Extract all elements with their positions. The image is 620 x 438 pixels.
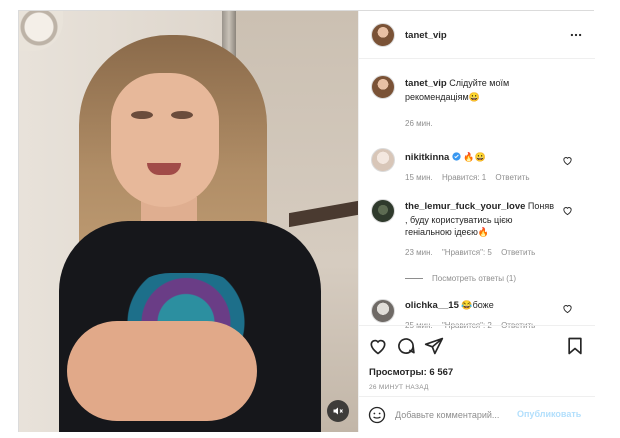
post-actions: Просмотры: 6 567 26 минут назад [359,325,595,396]
post-side-panel: tanet_vip tanet_vip Слідуйте моїм рекоме… [358,11,595,432]
like-comment-heart-icon[interactable] [562,155,573,166]
comment-2-likes[interactable]: "Нравится": 5 [442,248,492,257]
post-header: tanet_vip [359,11,595,59]
save-bookmark-icon[interactable] [565,336,585,356]
person-face [111,73,219,207]
post-time[interactable]: 26 минут назад [369,384,429,391]
instagram-post: tanet_vip tanet_vip Слідуйте моїм рекоме… [18,10,595,432]
comment-avatar[interactable] [371,148,395,172]
caption-avatar[interactable] [371,75,395,99]
video-player[interactable] [19,11,358,432]
more-horizontal-icon[interactable] [569,28,583,42]
like-heart-icon[interactable] [368,336,388,356]
like-comment-heart-icon[interactable] [562,303,573,314]
comment-input[interactable] [395,407,515,423]
comment-1-meta: 15 мин. Нравится: 1 Ответить [405,173,530,182]
publish-button[interactable]: Опубликовать [517,409,581,419]
person-hands [67,321,257,421]
share-paper-plane-icon[interactable] [424,336,444,356]
comment-3-username[interactable]: olichka__15 [405,300,459,311]
comment-1-likes[interactable]: Нравится: 1 [442,173,486,182]
caption-username[interactable]: tanet_vip [405,78,447,89]
comment-1-text: 🔥😀 [463,152,486,162]
comment-1-reply-button[interactable]: Ответить [495,173,529,182]
comment-3: olichka__15 😂боже [405,300,494,311]
comment-1-username[interactable]: nikitkinna [405,152,449,163]
emoji-smile-icon[interactable] [368,406,386,424]
comment-2-username[interactable]: the_lemur_fuck_your_love [405,201,525,212]
author-avatar[interactable] [371,23,395,47]
comment-1: nikitkinna 🔥😀 [405,151,565,165]
comment-avatar[interactable] [371,199,395,223]
caption-time: 26 мин. [405,119,433,128]
comments-list[interactable]: tanet_vip Слідуйте моїм рекомендаціям😀 2… [359,59,595,331]
verified-badge-icon [452,152,461,161]
like-comment-heart-icon[interactable] [562,205,573,216]
comment-2-reply-button[interactable]: Ответить [501,248,535,257]
views-count: Просмотры: 6 567 [369,367,454,378]
mute-button[interactable] [327,400,349,422]
comment-2: the_lemur_fuck_your_love Поняв , буду ко… [405,201,555,237]
comment-avatar[interactable] [371,299,395,323]
muted-speaker-icon [333,407,343,415]
caption-emoji: 😀 [468,91,480,102]
comment-2-meta: 23 мин. "Нравится": 5 Ответить [405,248,536,257]
author-username[interactable]: tanet_vip [405,30,447,41]
comment-3-text: боже [472,300,494,310]
comment-bubble-icon[interactable] [396,336,416,356]
comment-composer: Опубликовать [359,396,595,432]
caption: tanet_vip Слідуйте моїм рекомендаціям😀 [405,77,565,103]
view-replies-button[interactable]: Посмотреть ответы (1) [405,274,516,283]
